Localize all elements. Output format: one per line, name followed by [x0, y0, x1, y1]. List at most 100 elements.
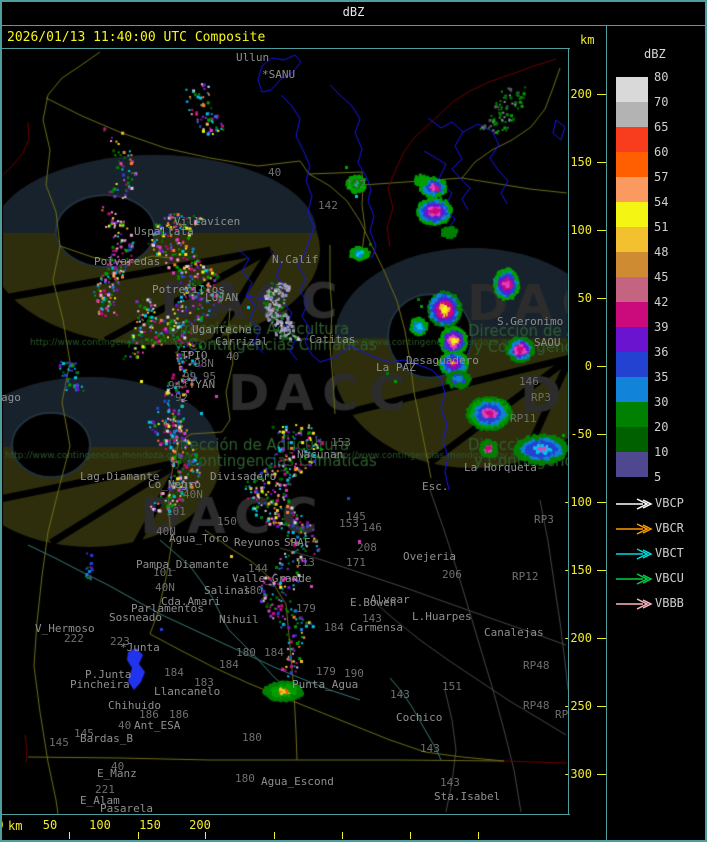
map-label: Carrizal: [215, 335, 268, 348]
map-label: Pincheira: [70, 678, 130, 691]
map-label: 150: [217, 515, 237, 528]
right-axis-tick: [597, 706, 606, 707]
bottom-axis-tick: [410, 832, 411, 839]
map-label: 146: [519, 375, 539, 388]
map-label: Bardas_B: [80, 732, 133, 745]
right-axis-tick: [597, 774, 606, 775]
map-label: 92: [175, 391, 189, 404]
map-label: La PAZ: [376, 361, 416, 374]
bottom-axis-tick: [478, 832, 479, 839]
map-label: Canalejas: [484, 626, 544, 639]
legend-swatch: [616, 302, 648, 327]
legend-stop-label: 70: [654, 95, 669, 109]
map-label: 180: [236, 646, 256, 659]
map-label: 40: [226, 350, 240, 363]
bottom-axis-tick: [138, 832, 139, 839]
bottom-axis-tick-label: 50: [42, 818, 58, 832]
map-label: 40N: [155, 581, 175, 594]
map-label: RP12: [512, 570, 539, 583]
map-label: *Junta: [120, 641, 160, 654]
legend-vector-label: VBCU: [655, 571, 684, 585]
map-labels-layer: Ullun *SANU Villavicen Uspallata Polvaredas N…: [0, 0, 707, 842]
vbcu-arrow-icon: [615, 571, 655, 585]
map-label: Catitas: [309, 333, 356, 346]
panel-divider: [606, 26, 607, 842]
legend-stop-label: 65: [654, 120, 669, 134]
legend-stop-label: 48: [654, 245, 669, 259]
map-label: 94: [168, 379, 182, 392]
bottom-axis-tick: [274, 832, 275, 839]
legend-stop-label: 39: [654, 320, 669, 334]
legend-swatch: [616, 152, 648, 177]
map-frame-right: [568, 48, 569, 815]
legend-stop-label: 42: [654, 295, 669, 309]
border-left: [0, 0, 2, 842]
map-label: Nacunan: [297, 448, 344, 461]
map-label: 143: [420, 742, 440, 755]
map-label: 151: [442, 680, 462, 693]
map-label: 113: [295, 556, 315, 569]
map-label: Nihuil: [219, 613, 259, 626]
map-label: SAOU: [534, 336, 561, 349]
right-axis-tick: [597, 570, 606, 571]
bottom-axis-tick-label: 150: [139, 818, 161, 832]
map-label: Agua_Toro: [169, 532, 229, 545]
radar-composite-app: Ullun *SANU Villavicen Uspallata Polvaredas N…: [0, 0, 707, 842]
map-label: Carmensa: [350, 621, 403, 634]
timestamp: 2026/01/13 11:40:00 UTC Composite: [7, 30, 266, 45]
bottom-axis-tick-label: 100: [89, 818, 111, 832]
map-label: Ullun: [236, 51, 270, 64]
vbcp-arrow-icon: [615, 496, 655, 510]
right-axis-tick: [597, 94, 606, 95]
vbbb-arrow-icon: [615, 596, 655, 610]
bottom-axis-tick-label: 0: [0, 819, 18, 831]
legend-swatch: [616, 202, 648, 227]
legend-vector-label: VBCP: [655, 496, 684, 510]
titlebar-divider: [0, 25, 707, 26]
map-label: Ant_ESA: [134, 719, 181, 732]
map-label: Pampa_Diamante: [136, 558, 229, 571]
legend-stop-label: 57: [654, 170, 669, 184]
right-axis-tick-label: -100: [563, 495, 592, 509]
map-label: RP48: [523, 659, 550, 672]
right-axis-tick: [597, 434, 606, 435]
map-label: Agua_Escond: [261, 775, 334, 788]
legend-swatch: [616, 102, 648, 127]
legend-vector-label: VBBB: [655, 596, 684, 610]
map-label: 180: [242, 731, 262, 744]
map-label: 153: [339, 517, 359, 530]
map-label: Uspallata: [134, 225, 194, 238]
map-label: Ugarteche: [192, 323, 252, 336]
right-axis-tick-label: 150: [570, 155, 592, 169]
map-label: Valle_Grande: [232, 572, 312, 585]
map-label: 145: [49, 736, 69, 749]
map-label: 142: [318, 199, 338, 212]
right-axis-tick-label: -300: [563, 767, 592, 781]
legend-stop-label: 36: [654, 345, 669, 359]
right-axis-tick: [597, 298, 606, 299]
right-axis-tick: [597, 366, 606, 367]
map-label: 146: [362, 521, 382, 534]
map-label: SRAF: [284, 536, 311, 549]
bottom-axis-tick-label: 200: [189, 818, 211, 832]
map-label: *TYAN: [182, 378, 216, 391]
legend-swatch: [616, 402, 648, 427]
map-label: S.Geronimo: [497, 315, 564, 328]
title-bar: dBZ: [0, 0, 707, 25]
legend-stop-label: 45: [654, 270, 669, 284]
map-frame-bottom: [0, 814, 570, 815]
vbcr-arrow-icon: [615, 521, 655, 535]
right-axis-tick: [597, 230, 606, 231]
map-label: 184: [324, 621, 344, 634]
right-axis-tick: [597, 162, 606, 163]
map-label: Polvaredas: [94, 255, 161, 268]
map-label: 179: [316, 665, 336, 678]
legend-vector-label: VBCT: [655, 546, 684, 560]
map-label: Cochico: [396, 711, 443, 724]
right-axis-tick-label: -250: [563, 699, 592, 713]
map-label: Sta.Isabel: [434, 790, 501, 803]
map-label: RP11: [510, 412, 537, 425]
map-label: 98N: [194, 357, 214, 370]
right-axis-tick-label: -200: [563, 631, 592, 645]
legend-vector-label: VBCR: [655, 521, 684, 535]
